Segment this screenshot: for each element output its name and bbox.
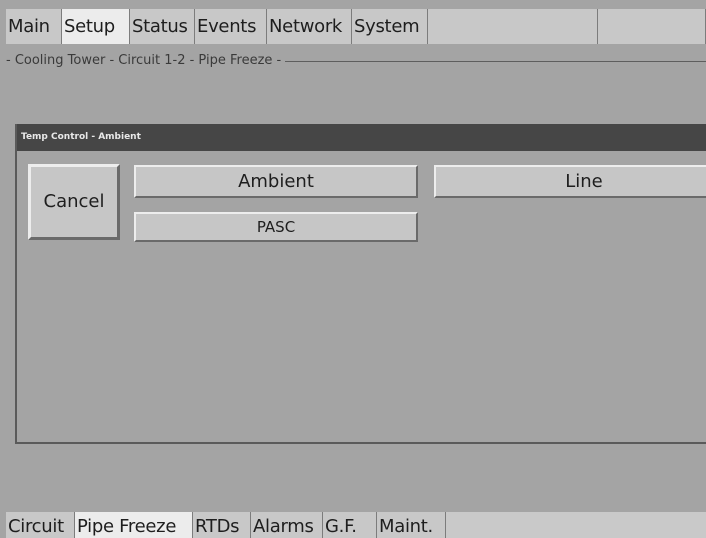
tab-alarms[interactable]: Alarms	[251, 512, 323, 538]
dialog-title: Temp Control - Ambient	[17, 124, 706, 151]
hmi-screen: Main Setup Status Events Network System …	[0, 0, 706, 538]
cancel-button[interactable]: Cancel	[28, 164, 120, 240]
ambient-option-button[interactable]: Ambient	[134, 165, 418, 198]
tab-setup[interactable]: Setup	[62, 9, 130, 44]
top-tab-bar: Main Setup Status Events Network System	[6, 9, 706, 44]
tab-main[interactable]: Main	[6, 9, 62, 44]
breadcrumb: - Cooling Tower - Circuit 1-2 - Pipe Fre…	[6, 51, 286, 71]
pasc-option-button[interactable]: PASC	[134, 212, 418, 242]
tab-pipe-freeze[interactable]: Pipe Freeze	[75, 512, 193, 538]
tab-events[interactable]: Events	[195, 9, 267, 44]
bottom-tab-bar: Circuit Pipe Freeze RTDs Alarms G.F. Mai…	[6, 512, 706, 538]
tab-empty-1	[428, 9, 598, 44]
tab-network[interactable]: Network	[267, 9, 352, 44]
tab-maint[interactable]: Maint.	[377, 512, 446, 538]
tab-empty-2	[598, 9, 706, 44]
tab-system[interactable]: System	[352, 9, 428, 44]
temp-control-dialog: Temp Control - Ambient Cancel Ambient Li…	[15, 124, 706, 444]
line-option-button[interactable]: Line	[434, 165, 706, 198]
tab-rtds[interactable]: RTDs	[193, 512, 251, 538]
tab-status[interactable]: Status	[130, 9, 195, 44]
tab-gf[interactable]: G.F.	[323, 512, 377, 538]
tab-circuit[interactable]: Circuit	[6, 512, 75, 538]
